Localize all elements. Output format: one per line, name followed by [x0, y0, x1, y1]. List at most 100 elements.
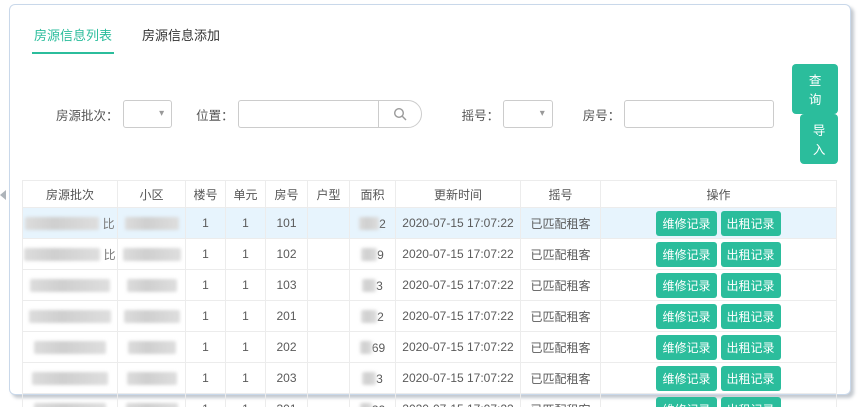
room-input[interactable]: [624, 100, 774, 128]
redacted-text: [362, 372, 376, 385]
filter-bar: 房源批次： ▾ 位置： 摇号： ▾ 房号：: [56, 64, 838, 164]
cell-batch: [23, 332, 118, 363]
search-icon: [393, 107, 407, 121]
repair-button[interactable]: 维修记录: [656, 335, 716, 360]
cell-building: 1: [186, 394, 226, 407]
cell-unit: 1: [226, 208, 266, 239]
rent-button[interactable]: 出租记录: [721, 397, 781, 407]
cell-lottery: 已匹配租客: [521, 270, 601, 301]
cell-area: 9: [350, 239, 396, 270]
redacted-text: [30, 279, 110, 292]
cell-room: 103: [266, 270, 308, 301]
cell-updated: 2020-07-15 17:07:22: [396, 270, 521, 301]
cell-lottery: 已匹配租客: [521, 394, 601, 407]
tab-housing-list[interactable]: 房源信息列表: [32, 19, 114, 54]
housing-panel: 房源信息列表 房源信息添加 房源批次： ▾ 位置： 摇号：: [9, 4, 851, 395]
chevron-down-icon: ▾: [159, 108, 164, 119]
filter-actions: 查询 导入: [792, 64, 838, 164]
search-button[interactable]: 查询: [792, 64, 838, 114]
redacted-text: [128, 341, 176, 354]
repair-button[interactable]: 维修记录: [656, 397, 716, 407]
table-row: 11301322020-07-15 17:07:22已匹配租客维修记录出租记录: [23, 394, 837, 407]
lottery-filter-label: 摇号：: [462, 105, 500, 124]
rent-button[interactable]: 出租记录: [721, 211, 781, 236]
cell-type: [308, 301, 350, 332]
cell-operations: 维修记录出租记录: [601, 270, 837, 301]
cell-community: [118, 394, 186, 407]
cell-unit: 1: [226, 394, 266, 407]
rent-button[interactable]: 出租记录: [721, 273, 781, 298]
redacted-text: [360, 403, 372, 407]
header-unit: 单元: [226, 181, 266, 208]
lottery-select[interactable]: ▾: [503, 100, 553, 128]
repair-button[interactable]: 维修记录: [656, 366, 716, 391]
cell-unit: 1: [226, 239, 266, 270]
collapse-arrow-icon[interactable]: [0, 190, 6, 200]
cell-unit: 1: [226, 301, 266, 332]
cell-updated: 2020-07-15 17:07:22: [396, 301, 521, 332]
tab-housing-add[interactable]: 房源信息添加: [140, 19, 222, 54]
repair-button[interactable]: 维修记录: [656, 211, 716, 236]
chevron-down-icon: ▾: [540, 108, 545, 119]
table-row: 11202692020-07-15 17:07:22已匹配租客维修记录出租记录: [23, 332, 837, 363]
import-button[interactable]: 导入: [800, 114, 838, 164]
cell-unit: 1: [226, 270, 266, 301]
header-batch: 房源批次: [23, 181, 118, 208]
cell-operations: 维修记录出租记录: [601, 301, 837, 332]
repair-button[interactable]: 维修记录: [656, 273, 716, 298]
cell-building: 1: [186, 270, 226, 301]
rent-button[interactable]: 出租记录: [721, 335, 781, 360]
redacted-text: [25, 217, 99, 230]
cell-area: 2: [350, 208, 396, 239]
cell-room: 301: [266, 394, 308, 407]
rent-button[interactable]: 出租记录: [721, 242, 781, 267]
cell-updated: 2020-07-15 17:07:22: [396, 394, 521, 407]
cell-updated: 2020-07-15 17:07:22: [396, 363, 521, 394]
cell-batch: [23, 394, 118, 407]
cell-lottery: 已匹配租客: [521, 301, 601, 332]
batch-select[interactable]: ▾: [123, 100, 173, 128]
cell-area: 69: [350, 332, 396, 363]
cell-room: 202: [266, 332, 308, 363]
header-updated: 更新时间: [396, 181, 521, 208]
cell-operations: 维修记录出租记录: [601, 208, 837, 239]
table-row: 1110332020-07-15 17:07:22已匹配租客维修记录出租记录: [23, 270, 837, 301]
cell-lottery: 已匹配租客: [521, 208, 601, 239]
redacted-text: [360, 341, 372, 354]
location-filter-label: 位置：: [196, 105, 234, 124]
cell-room: 102: [266, 239, 308, 270]
cell-community: [118, 301, 186, 332]
cell-updated: 2020-07-15 17:07:22: [396, 332, 521, 363]
cell-batch: [23, 270, 118, 301]
redacted-text: [126, 403, 178, 407]
redacted-text: [361, 248, 377, 261]
redacted-text: [34, 341, 106, 354]
redacted-text: [24, 248, 100, 261]
cell-operations: 维修记录出租记录: [601, 363, 837, 394]
cell-room: 203: [266, 363, 308, 394]
cell-building: 1: [186, 239, 226, 270]
header-type: 户型: [308, 181, 350, 208]
table-row: 比1110292020-07-15 17:07:22已匹配租客维修记录出租记录: [23, 239, 837, 270]
rent-button[interactable]: 出租记录: [721, 366, 781, 391]
cell-batch: 比: [23, 208, 118, 239]
cell-area: 32: [350, 394, 396, 407]
cell-type: [308, 239, 350, 270]
repair-button[interactable]: 维修记录: [656, 304, 716, 329]
cell-community: [118, 208, 186, 239]
table-row: 1120122020-07-15 17:07:22已匹配租客维修记录出租记录: [23, 301, 837, 332]
cell-operations: 维修记录出租记录: [601, 239, 837, 270]
cell-operations: 维修记录出租记录: [601, 394, 837, 407]
tab-bar: 房源信息列表 房源信息添加: [22, 17, 838, 54]
repair-button[interactable]: 维修记录: [656, 242, 716, 267]
cell-batch: 比: [23, 239, 118, 270]
location-search-button[interactable]: [378, 100, 422, 128]
cell-lottery: 已匹配租客: [521, 239, 601, 270]
room-filter-label: 房号：: [583, 105, 621, 124]
rent-button[interactable]: 出租记录: [721, 304, 781, 329]
cell-building: 1: [186, 363, 226, 394]
table-header-row: 房源批次 小区 楼号 单元 房号 户型 面积 更新时间 摇号 操作: [23, 181, 837, 208]
cell-community: [118, 332, 186, 363]
location-input[interactable]: [238, 100, 378, 128]
batch-filter-label: 房源批次：: [56, 105, 119, 124]
